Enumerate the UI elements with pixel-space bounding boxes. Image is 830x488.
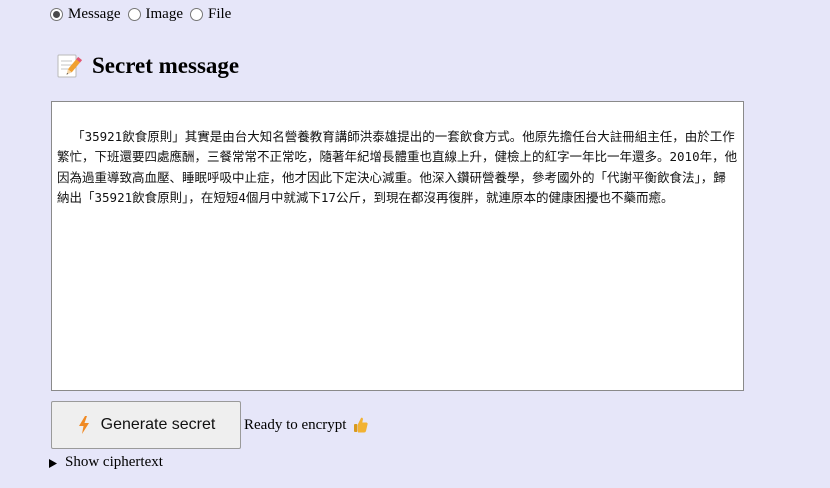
radio-image[interactable]: Image — [127, 6, 183, 23]
resize-grip-icon[interactable] — [732, 379, 742, 389]
generate-secret-label: Generate secret — [100, 416, 216, 433]
message-text: 「35921飲食原則」其實是由台大知名營養教育講師洪泰雄提出的一套飲食方式。他原… — [57, 128, 738, 206]
radio-message[interactable]: Message — [50, 6, 121, 23]
radio-file-label: File — [207, 6, 232, 22]
generate-secret-button[interactable]: Generate secret — [51, 401, 241, 449]
thumbs-up-icon — [352, 416, 370, 434]
lightning-icon — [77, 416, 91, 434]
message-textarea[interactable]: 「35921飲食原則」其實是由台大知名營養教育講師洪泰雄提出的一套飲食方式。他原… — [51, 101, 744, 391]
radio-message-label: Message — [68, 6, 121, 22]
radio-image-label: Image — [145, 6, 183, 22]
section-header: Secret message — [56, 52, 239, 80]
radio-file-button[interactable] — [189, 8, 203, 21]
show-ciphertext-label: Show ciphertext — [65, 454, 163, 470]
memo-icon — [56, 52, 82, 80]
section-title: Secret message — [92, 53, 240, 78]
radio-file[interactable]: File — [189, 6, 232, 23]
mode-radio-group: Message Image File — [50, 6, 238, 23]
radio-image-button[interactable] — [127, 8, 141, 21]
status-message: Ready to encrypt — [244, 416, 370, 434]
radio-message-button[interactable] — [50, 8, 63, 21]
status-text: Ready to encrypt — [244, 416, 347, 433]
show-ciphertext-toggle[interactable]: Show ciphertext — [48, 454, 163, 471]
disclosure-triangle-icon — [48, 457, 58, 468]
